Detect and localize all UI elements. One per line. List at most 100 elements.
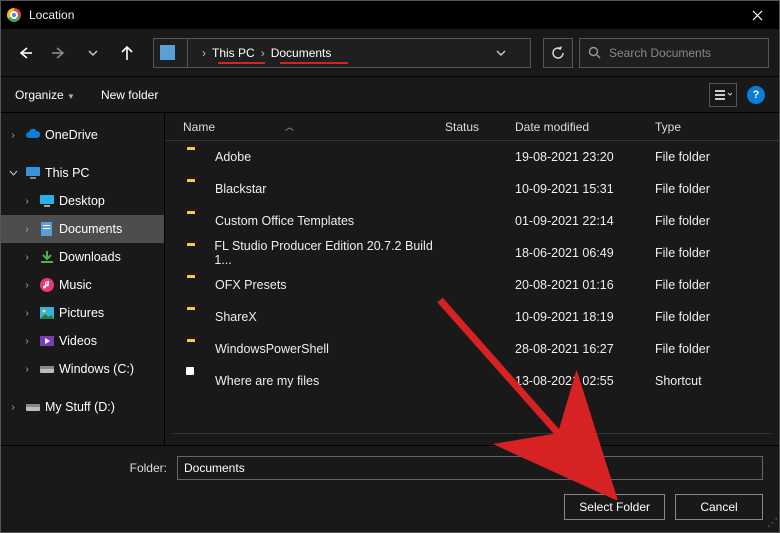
drive-icon	[25, 399, 41, 415]
navbar: › This PC › Documents Search Documents	[1, 29, 779, 77]
file-date: 20-08-2021 01:16	[515, 278, 655, 292]
music-icon	[39, 277, 55, 293]
file-type: File folder	[655, 246, 779, 260]
col-name[interactable]: Name	[183, 120, 215, 134]
list-view-icon	[714, 89, 732, 101]
resize-grip[interactable]: ⋰	[767, 516, 776, 529]
arrow-up-icon	[120, 45, 134, 61]
chrome-icon	[7, 8, 21, 22]
annotation-underline	[280, 62, 348, 64]
footer: Folder: Select Folder Cancel	[1, 445, 779, 532]
chevron-down-icon	[496, 48, 506, 58]
view-button[interactable]	[709, 83, 737, 107]
back-button[interactable]	[11, 39, 39, 67]
tree-downloads[interactable]: ›Downloads	[1, 243, 164, 271]
breadcrumb-root[interactable]: This PC	[212, 46, 255, 60]
tree-music[interactable]: ›Music	[1, 271, 164, 299]
cancel-button[interactable]: Cancel	[675, 494, 763, 520]
documents-icon	[160, 45, 175, 60]
videos-icon	[39, 333, 55, 349]
tree-desktop[interactable]: ›Desktop	[1, 187, 164, 215]
table-row[interactable]: Custom Office Templates 01-09-2021 22:14F…	[165, 205, 779, 237]
tree-thispc[interactable]: This PC	[1, 159, 164, 187]
cloud-icon	[25, 127, 41, 143]
breadcrumb[interactable]: › This PC › Documents	[153, 38, 531, 68]
file-name: FL Studio Producer Edition 20.7.2 Build …	[214, 239, 445, 267]
file-type: File folder	[655, 150, 779, 164]
file-type: File folder	[655, 342, 779, 356]
recent-dropdown[interactable]	[79, 39, 107, 67]
file-name: Where are my files	[215, 374, 319, 388]
table-row[interactable]: FL Studio Producer Edition 20.7.2 Build …	[165, 237, 779, 269]
file-type: File folder	[655, 182, 779, 196]
downloads-icon	[39, 249, 55, 265]
table-row[interactable]: Blackstar 10-09-2021 15:31File folder	[165, 173, 779, 205]
tree-pictures[interactable]: ›Pictures	[1, 299, 164, 327]
col-type[interactable]: Type	[655, 120, 779, 134]
col-date[interactable]: Date modified	[515, 120, 655, 134]
desktop-icon	[39, 193, 55, 209]
help-button[interactable]: ?	[747, 86, 765, 104]
organize-menu[interactable]: Organize ▼	[15, 88, 75, 102]
file-date: 01-09-2021 22:14	[515, 214, 655, 228]
drive-icon	[39, 361, 55, 377]
file-name: ShareX	[215, 310, 257, 324]
breadcrumb-dropdown[interactable]	[496, 48, 524, 58]
pictures-icon	[39, 305, 55, 321]
column-headers[interactable]: Name ︿ Status Date modified Type	[165, 113, 779, 141]
refresh-button[interactable]	[543, 38, 573, 68]
annotation-underline	[218, 62, 265, 64]
search-icon	[588, 46, 601, 59]
file-list: Name ︿ Status Date modified Type Adobe19-…	[165, 113, 779, 445]
col-status[interactable]: Status	[445, 120, 515, 134]
toolbar: Organize ▼ New folder ?	[1, 77, 779, 113]
file-name: WindowsPowerShell	[215, 342, 329, 356]
tree-ddrive[interactable]: ›My Stuff (D:)	[1, 393, 164, 421]
tree-onedrive[interactable]: ›OneDrive	[1, 121, 164, 149]
nav-tree: ›OneDrive This PC ›Desktop ›Documents ›D…	[1, 113, 165, 445]
file-date: 10-09-2021 15:31	[515, 182, 655, 196]
arrow-left-icon	[17, 46, 33, 60]
tree-cdrive[interactable]: ›Windows (C:)	[1, 355, 164, 383]
arrow-right-icon	[51, 46, 67, 60]
table-row[interactable]: ShareX 10-09-2021 18:19File folder	[165, 301, 779, 333]
file-date: 28-08-2021 16:27	[515, 342, 655, 356]
close-button[interactable]	[735, 1, 779, 29]
pc-icon	[25, 165, 41, 181]
chevron-down-icon	[88, 48, 98, 58]
file-type: File folder	[655, 214, 779, 228]
file-type: File folder	[655, 278, 779, 292]
chevron-down-icon	[5, 169, 21, 178]
table-row[interactable]: WindowsPowerShell 28-08-2021 16:27File fo…	[165, 333, 779, 365]
new-folder-button[interactable]: New folder	[101, 88, 158, 102]
up-button[interactable]	[113, 39, 141, 67]
file-date: 10-09-2021 18:19	[515, 310, 655, 324]
search-placeholder: Search Documents	[609, 46, 711, 60]
table-row[interactable]: Where are my files 13-08-2021 02:55Shortc…	[165, 365, 779, 397]
forward-button[interactable]	[45, 39, 73, 67]
folder-label: Folder:	[17, 461, 167, 475]
chevron-right-icon: ›	[261, 46, 265, 60]
file-name: Custom Office Templates	[215, 214, 354, 228]
file-date: 13-08-2021 02:55	[515, 374, 655, 388]
file-type: File folder	[655, 310, 779, 324]
file-name: Adobe	[215, 150, 251, 164]
tree-documents[interactable]: ›Documents	[1, 215, 164, 243]
file-type: Shortcut	[655, 374, 779, 388]
file-name: OFX Presets	[215, 278, 287, 292]
documents-icon	[39, 221, 55, 237]
folder-input[interactable]	[177, 456, 763, 480]
file-name: Blackstar	[215, 182, 266, 196]
chevron-right-icon: ›	[202, 46, 206, 60]
table-row[interactable]: OFX Presets 20-08-2021 01:16File folder	[165, 269, 779, 301]
search-input[interactable]: Search Documents	[579, 38, 769, 68]
breadcrumb-leaf[interactable]: Documents	[271, 46, 332, 60]
file-date: 18-06-2021 06:49	[515, 246, 655, 260]
close-icon	[752, 10, 763, 21]
window-title: Location	[29, 8, 74, 22]
tree-videos[interactable]: ›Videos	[1, 327, 164, 355]
refresh-icon	[551, 46, 565, 60]
sort-indicator-icon: ︿	[285, 120, 294, 133]
table-row[interactable]: Adobe19-08-2021 23:20File folder	[165, 141, 779, 173]
select-folder-button[interactable]: Select Folder	[564, 494, 665, 520]
